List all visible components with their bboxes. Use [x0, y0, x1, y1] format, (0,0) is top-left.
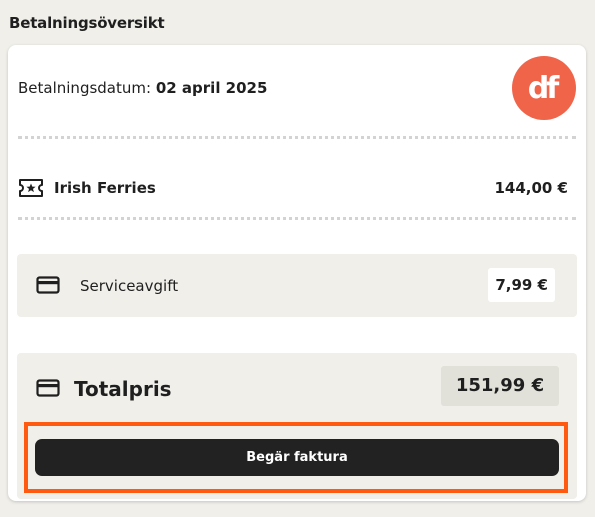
dotted-divider: [18, 217, 576, 220]
service-fee-row: Serviceavgift 7,99 €: [17, 254, 577, 317]
payment-date-value: 02 april 2025: [155, 79, 268, 97]
request-invoice-button[interactable]: Begär faktura: [35, 439, 559, 476]
ticket-item-name: Irish Ferries: [54, 179, 156, 197]
total-price-label: Totalpris: [74, 377, 172, 401]
ticket-item-row: Irish Ferries 144,00 €: [18, 175, 576, 201]
credit-card-icon: [36, 276, 60, 294]
payment-date-row: Betalningsdatum: 02 april 2025: [18, 79, 267, 97]
ticket-item-price: 144,00 €: [494, 179, 568, 197]
total-price-amount: 151,99 €: [441, 366, 559, 406]
service-fee-amount: 7,99 €: [488, 268, 555, 302]
payment-date-label: Betalningsdatum:: [18, 79, 152, 97]
payment-overview-card: Betalningsdatum: 02 april 2025 df Irish …: [8, 45, 586, 501]
df-logo-text: df: [528, 71, 560, 106]
total-price-section: Totalpris 151,99 € Begär faktura: [17, 353, 577, 499]
ticket-icon: [19, 179, 43, 197]
df-logo: df: [512, 56, 576, 120]
section-title: Betalningsöversikt: [9, 14, 165, 32]
credit-card-icon: [36, 379, 60, 397]
service-fee-label: Serviceavgift: [80, 277, 179, 295]
dotted-divider: [18, 136, 576, 139]
df-logo-icon: df: [528, 71, 563, 106]
